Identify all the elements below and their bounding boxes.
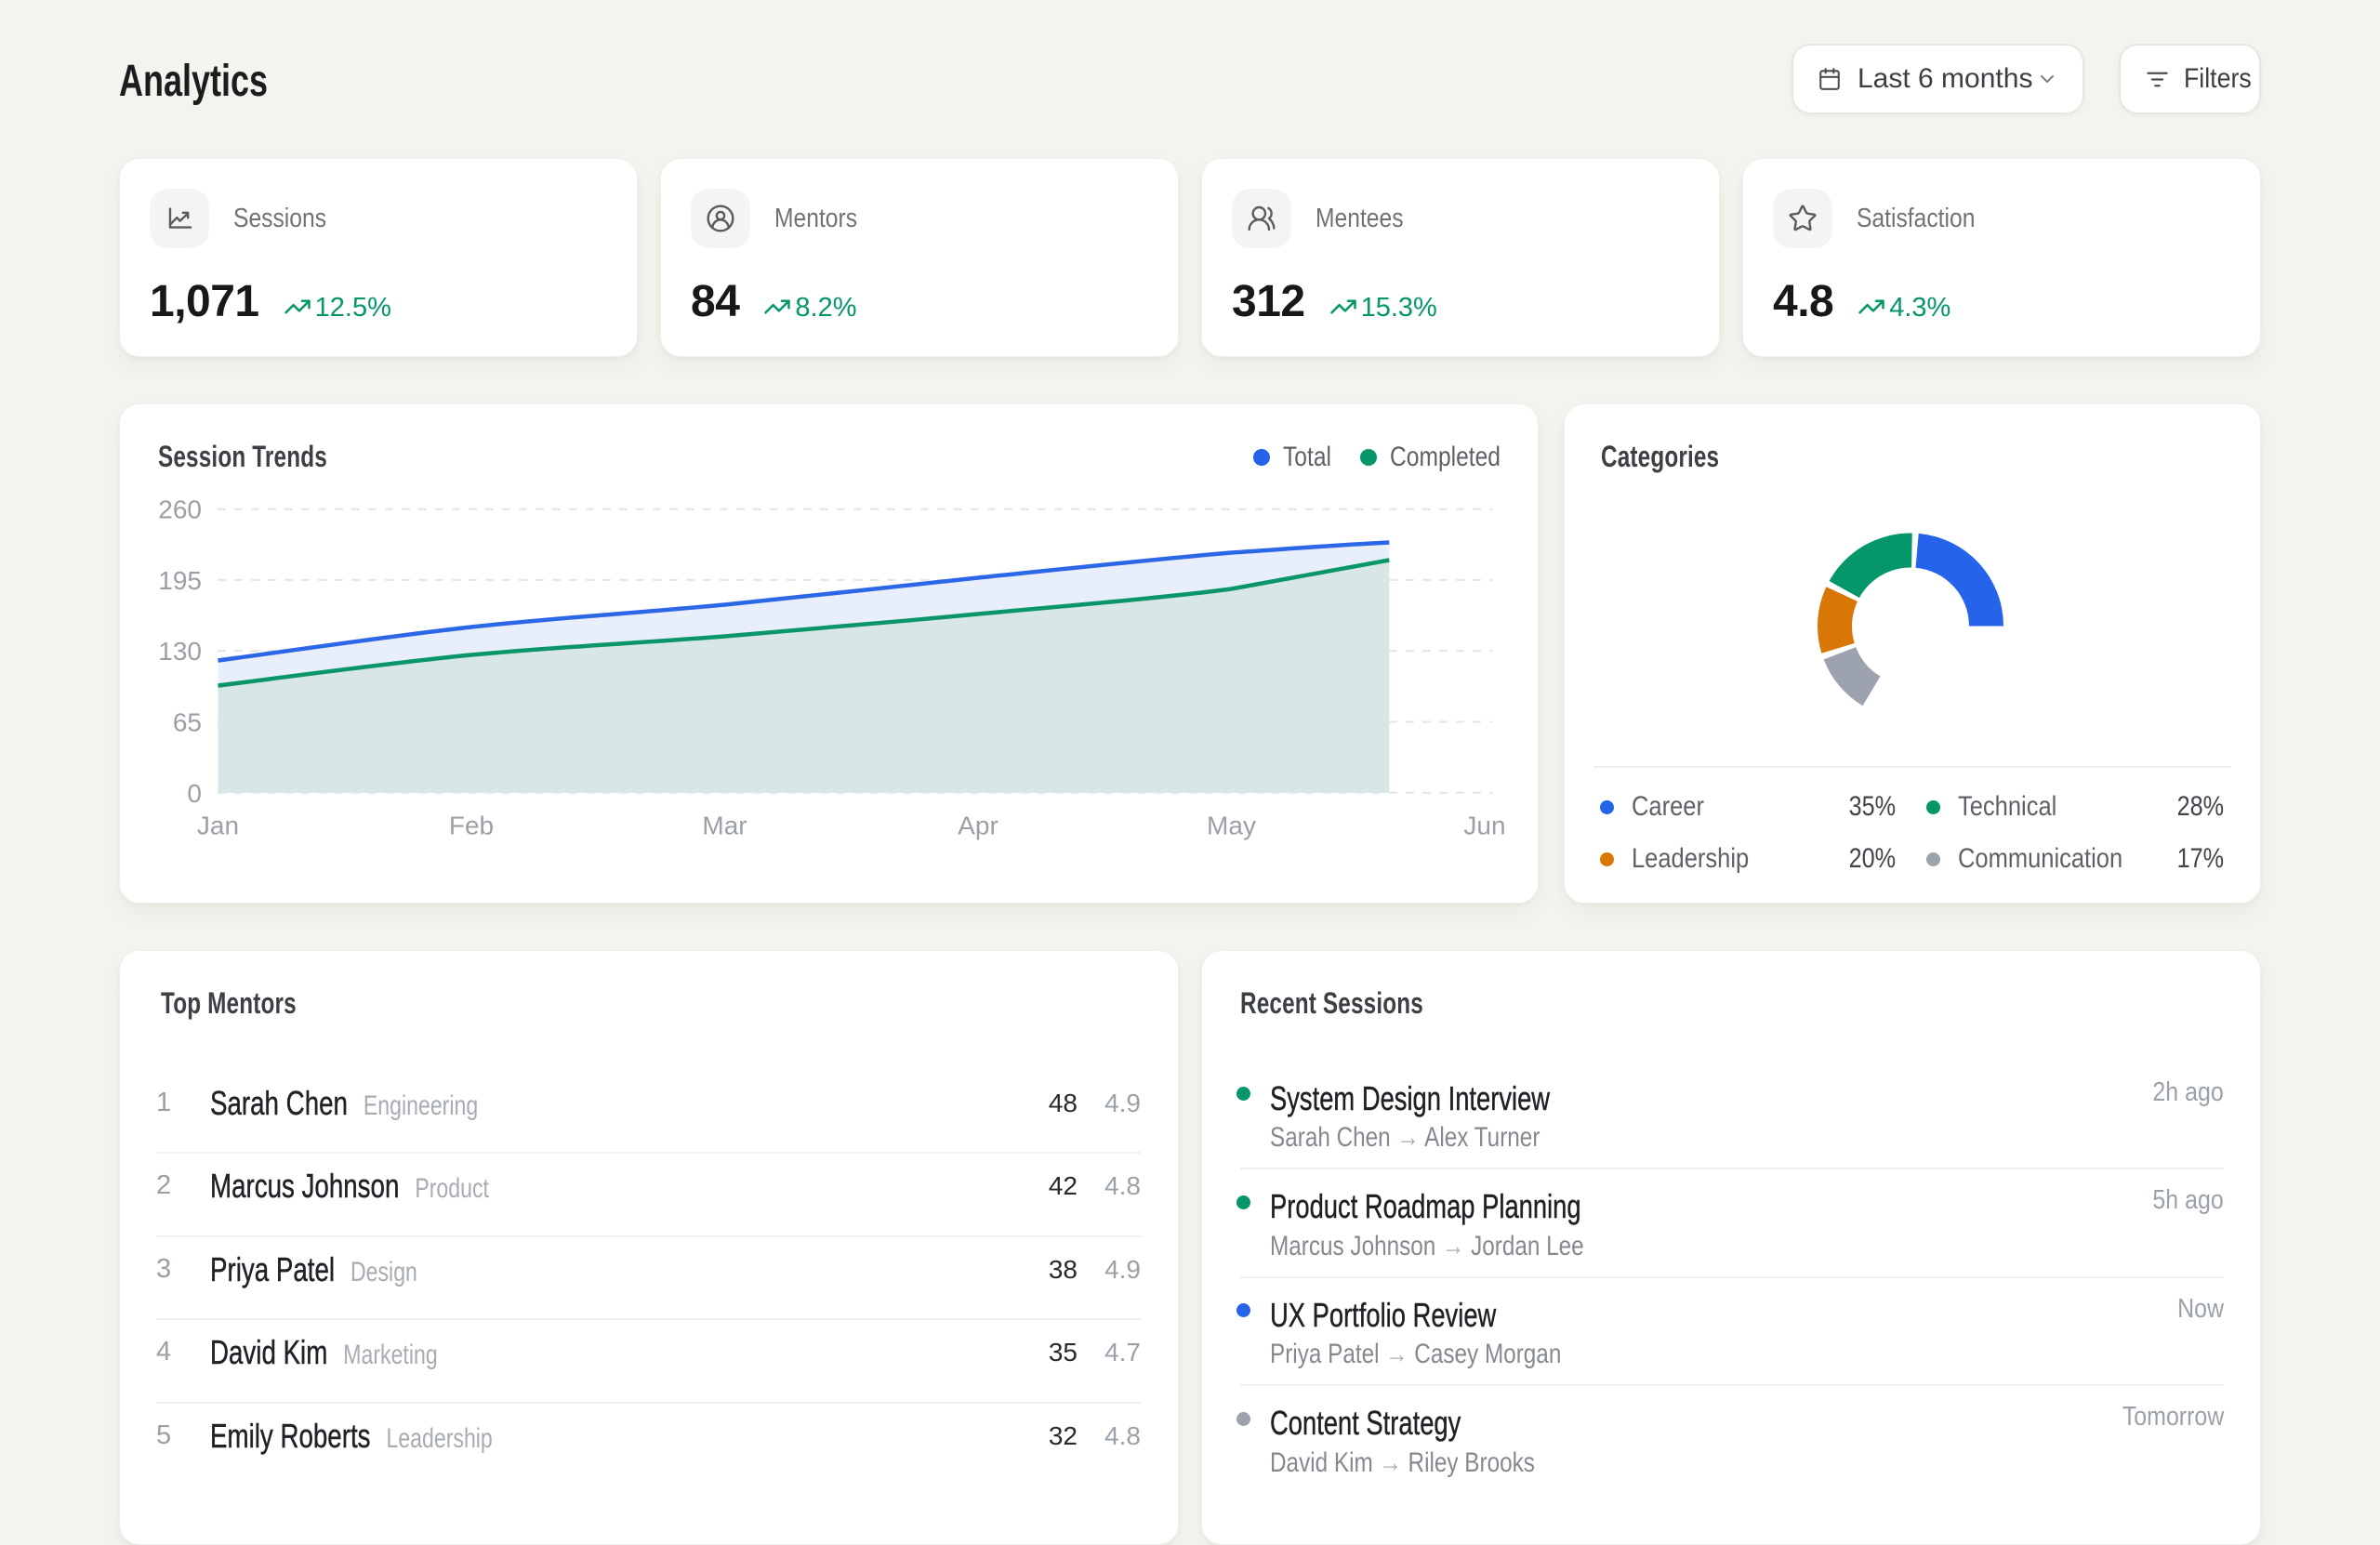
svg-text:Apr: Apr [958,812,998,840]
svg-text:Mar: Mar [702,812,747,840]
svg-text:130: 130 [158,637,202,666]
svg-text:65: 65 [173,708,202,737]
svg-text:260: 260 [158,495,202,524]
svg-text:195: 195 [158,566,202,595]
svg-text:0: 0 [187,779,202,808]
svg-text:Jun: Jun [1463,812,1505,840]
svg-text:Feb: Feb [449,812,494,840]
svg-text:May: May [1207,812,1256,840]
svg-text:Jan: Jan [197,812,239,840]
